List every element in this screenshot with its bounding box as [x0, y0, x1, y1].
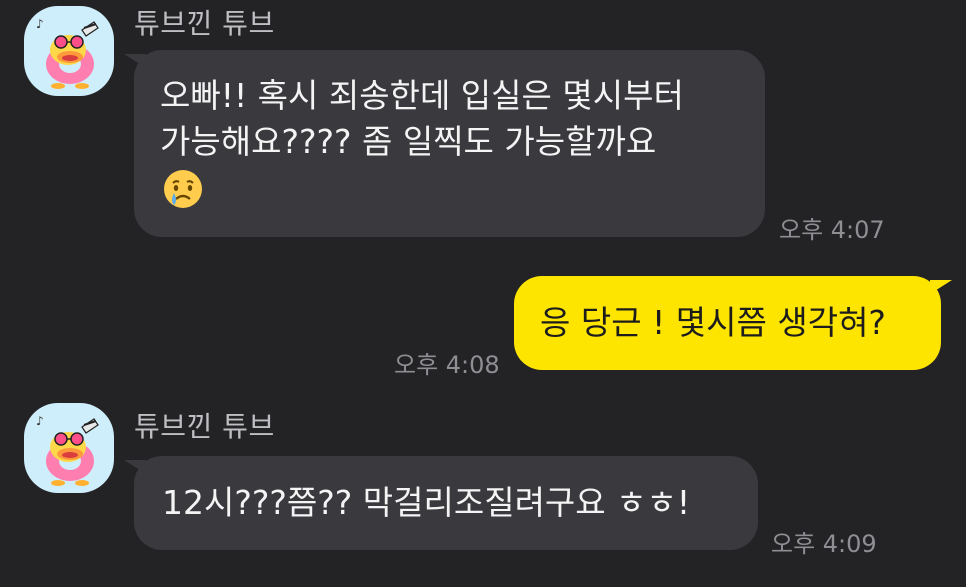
- message-bubble[interactable]: 오빠!! 혹시 죄송한데 입실은 몇시부터 가능해요???? 좀 일찍도 가능할…: [134, 50, 765, 237]
- tube-character-icon: ♪: [36, 17, 99, 89]
- message-text: 12시???쯤?? 막걸리조질려구요 ㅎㅎ!: [162, 483, 691, 522]
- message-bubble[interactable]: 응 당근 ! 몇시쯤 생각혀?: [514, 276, 941, 370]
- avatar[interactable]: ♪: [24, 403, 114, 493]
- message-time: 오후 4:09: [771, 530, 877, 558]
- message-time: 오후 4:08: [394, 351, 500, 379]
- svg-text:♪: ♪: [36, 414, 44, 428]
- message-bubble[interactable]: 12시???쯤?? 막걸리조질려구요 ㅎㅎ!: [134, 456, 758, 550]
- bubble-tail: [930, 280, 952, 294]
- crying-face-icon: [164, 170, 202, 208]
- message-text: 응 당근 ! 몇시쯤 생각혀?: [540, 303, 886, 342]
- avatar[interactable]: ♪: [24, 6, 114, 96]
- sender-name: 튜브낀 튜브: [134, 7, 275, 40]
- message-text-line: 오빠!! 혹시 죄송한데 입실은 몇시부터: [160, 76, 684, 115]
- tube-character-icon: ♪: [36, 414, 99, 486]
- svg-text:♪: ♪: [36, 17, 44, 31]
- chat-screen: ♪ 튜브낀 튜브 오빠!! 혹시 죄송한데 입실은 몇시부터 가능해요???? …: [0, 0, 966, 587]
- message-text-line: 가능해요???? 좀 일찍도 가능할까요: [160, 122, 657, 161]
- emoji-line: [160, 165, 739, 211]
- sender-name: 튜브낀 튜브: [134, 410, 275, 443]
- message-time: 오후 4:07: [779, 216, 885, 244]
